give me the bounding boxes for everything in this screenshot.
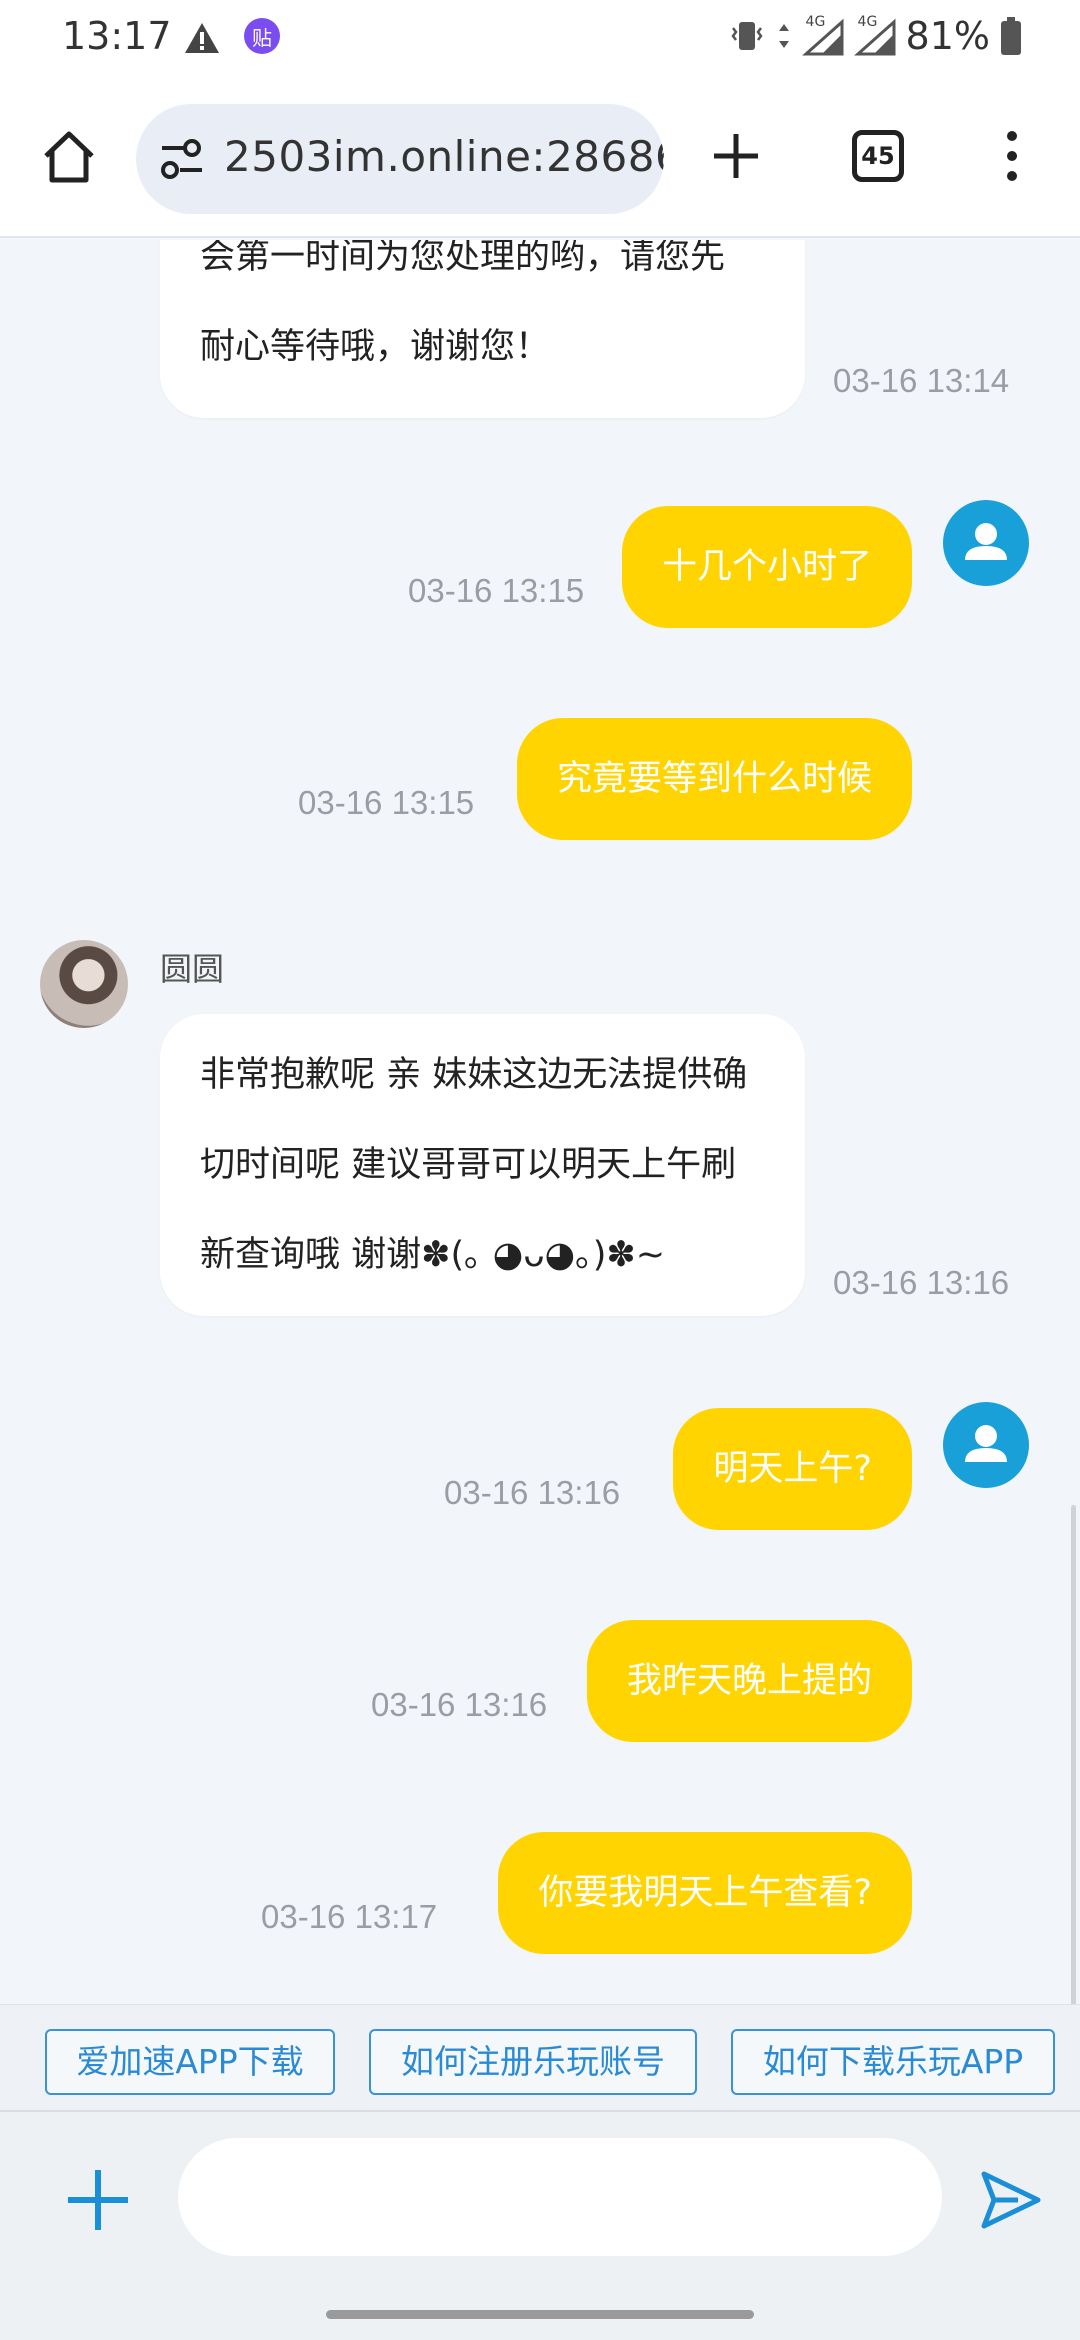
- tab-switcher-button[interactable]: 45: [852, 130, 904, 182]
- message-time: 03-16 13:17: [261, 1898, 438, 1935]
- status-right-group: 4G 4G 81%: [728, 14, 1022, 58]
- quick-reply-chip[interactable]: 爱加速APP下载: [45, 2029, 335, 2095]
- system-nav-bar: [0, 2286, 1080, 2340]
- network-label-1: 4G: [805, 14, 826, 30]
- message-text: 你要我明天上午查看?: [538, 1873, 872, 1913]
- message-text: 我昨天晚上提的: [626, 1661, 872, 1701]
- warning-icon: [185, 23, 219, 53]
- outgoing-message: 明天上午?: [673, 1408, 912, 1530]
- quick-reply-chip[interactable]: 如何下载乐玩APP: [731, 2029, 1055, 2095]
- more-menu-icon[interactable]: [1000, 126, 1024, 186]
- quick-reply-bar: 爱加速APP下载 如何注册乐玩账号 如何下载乐玩APP: [0, 2004, 1080, 2110]
- signal-1: 4G: [801, 14, 844, 56]
- vibrate-icon: [730, 22, 763, 50]
- gesture-handle[interactable]: [326, 2310, 754, 2319]
- battery-percent: 81%: [905, 14, 990, 58]
- site-settings-icon[interactable]: [158, 136, 206, 182]
- message-time: 03-16 13:14: [833, 362, 1010, 399]
- data-arrows-icon: [778, 24, 789, 48]
- outgoing-message: 你要我明天上午查看?: [498, 1832, 912, 1954]
- add-attachment-icon[interactable]: [64, 2166, 132, 2234]
- agent-avatar: [40, 940, 128, 1028]
- person-icon: [965, 523, 1007, 560]
- url-text[interactable]: 2503im.online:28686: [224, 132, 664, 181]
- message-line: 非常抱歉呢 亲 妹妹这边无法提供确: [200, 1055, 748, 1095]
- status-time: 13:17: [62, 14, 172, 58]
- message-input-bar: [0, 2110, 1080, 2286]
- message-text: 究竟要等到什么时候: [556, 759, 872, 799]
- status-bar: 13:17 贴 4G 4G 81%: [0, 0, 1080, 80]
- outgoing-message: 我昨天晚上提的: [586, 1620, 912, 1742]
- message-time: 03-16 13:15: [298, 784, 475, 821]
- message-time: 03-16 13:16: [444, 1474, 621, 1511]
- message-line: 耐心等待哦，谢谢您！: [200, 327, 551, 367]
- address-bar[interactable]: 2503im.online:28686: [136, 104, 664, 214]
- outgoing-message: 究竟要等到什么时候: [516, 718, 912, 840]
- network-label-2: 4G: [857, 14, 878, 30]
- notification-app-icon: 贴: [244, 18, 280, 54]
- quick-reply-chip[interactable]: 如何注册乐玩账号: [369, 2029, 697, 2095]
- send-icon[interactable]: [978, 2168, 1044, 2232]
- app-badge-text: 贴: [252, 25, 272, 50]
- message-line: 会第一时间为您处理的哟，请您先: [200, 240, 726, 277]
- message-time: 03-16 13:15: [408, 572, 585, 609]
- incoming-message: 非常抱歉呢 亲 妹妹这边无法提供确 切时间呢 建议哥哥可以明天上午刷 新查询哦 …: [160, 1014, 805, 1316]
- new-tab-icon[interactable]: [708, 128, 764, 184]
- person-icon: [965, 1425, 1007, 1462]
- message-text: 明天上午?: [713, 1449, 872, 1489]
- message-input[interactable]: [178, 2138, 942, 2256]
- browser-toolbar: 2503im.online:28686 45: [0, 80, 1080, 238]
- tab-count: 45: [861, 142, 895, 170]
- incoming-message: 会第一时间为您处理的哟，请您先 耐心等待哦，谢谢您！: [160, 240, 805, 418]
- user-avatar: [943, 500, 1029, 586]
- chat-scrollbar[interactable]: [1071, 1505, 1076, 2004]
- home-icon[interactable]: [40, 128, 98, 186]
- signal-2: 4G: [853, 14, 896, 56]
- message-time: 03-16 13:16: [371, 1686, 548, 1723]
- message-time: 03-16 13:16: [833, 1264, 1010, 1301]
- outgoing-message: 十几个小时了: [621, 506, 912, 628]
- battery-icon: [1001, 17, 1021, 55]
- message-text: 十几个小时了: [661, 547, 872, 587]
- message-line: 切时间呢 建议哥哥可以明天上午刷: [200, 1145, 737, 1185]
- user-avatar: [943, 1402, 1029, 1488]
- chat-messages[interactable]: 会第一时间为您处理的哟，请您先 耐心等待哦，谢谢您！ 03-16 13:14 十…: [0, 240, 1080, 2004]
- message-line: 新查询哦 谢谢✽(｡ ◕ᴗ◕｡)✽~: [200, 1235, 666, 1275]
- sender-name: 圆圆: [160, 950, 225, 988]
